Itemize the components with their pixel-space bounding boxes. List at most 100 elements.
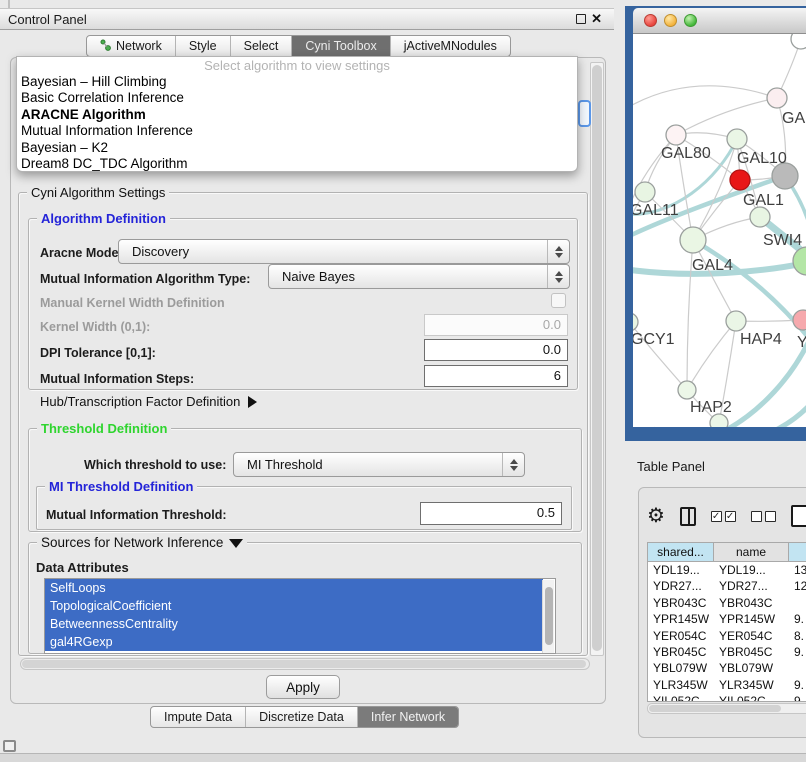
network-node-gal4[interactable] xyxy=(680,227,706,253)
float-window-icon[interactable] xyxy=(576,14,586,24)
kernel-width-field[interactable]: 0.0 xyxy=(424,314,568,336)
tab-discretize-data[interactable]: Discretize Data xyxy=(246,707,358,727)
cyni-algorithm-settings-title: Cyni Algorithm Settings xyxy=(27,185,169,200)
network-node-gal1[interactable] xyxy=(730,170,750,190)
table-row[interactable]: YLR345WYLR345W9. xyxy=(648,677,806,693)
network-tab-icon xyxy=(100,39,112,54)
algorithm-option[interactable]: Mutual Information Inference xyxy=(17,123,577,139)
table-row[interactable]: YDL19...YDL19...13 xyxy=(648,562,806,578)
network-node-hap4[interactable] xyxy=(726,311,746,331)
algorithm-option[interactable]: Bayesian – Hill Climbing xyxy=(17,74,577,90)
table-panel: ⚙ ✓✓ shared...nameAYDL19...YDL19...13YDR… xyxy=(638,487,806,738)
network-canvas[interactable]: GALGAL80GAL10GAL1GAL11SWI4GAL4GCY1HAP4YH… xyxy=(633,34,806,427)
mi-type-combobox[interactable]: Naive Bayes xyxy=(268,264,570,289)
table-cell xyxy=(789,595,806,611)
attribute-item[interactable]: gal4RGexp xyxy=(45,633,543,651)
table-horizontal-scrollbar[interactable] xyxy=(647,703,806,714)
algorithm-option[interactable]: Dream8 DC_TDC Algorithm xyxy=(17,156,577,172)
minimize-traffic-light-icon[interactable] xyxy=(664,14,677,27)
settings-horizontal-scrollbar[interactable] xyxy=(20,658,590,670)
attr-list-scrollbar-thumb[interactable] xyxy=(545,587,553,645)
table-row[interactable]: YBL079WYBL079W xyxy=(648,660,806,676)
network-node-gal[interactable] xyxy=(767,88,787,108)
table-cell: 9 xyxy=(789,693,806,702)
tab-infer-network[interactable]: Infer Network xyxy=(358,707,458,727)
combo-stepper-icon[interactable] xyxy=(547,240,569,263)
mi-steps-field[interactable]: 6 xyxy=(424,365,568,387)
expander-expanded-icon[interactable] xyxy=(229,539,243,548)
select-all-columns-icon[interactable]: ✓✓ xyxy=(711,511,736,522)
algorithm-option[interactable]: Bayesian – K2 xyxy=(17,140,577,156)
dpi-tolerance-field[interactable]: 0.0 xyxy=(424,339,568,361)
close-icon[interactable]: ✕ xyxy=(591,12,602,26)
network-node-swi4[interactable] xyxy=(750,207,770,227)
attribute-item[interactable]: BetweennessCentrality xyxy=(45,615,543,633)
inference-algorithm-combo-fragment[interactable] xyxy=(578,100,591,127)
network-node-gcy1[interactable] xyxy=(633,313,638,331)
settings-horizontal-scrollbar-thumb[interactable] xyxy=(22,660,586,668)
manual-kernel-checkbox[interactable] xyxy=(551,293,566,308)
data-attributes-list[interactable]: SelfLoopsTopologicalCoefficientBetweenne… xyxy=(44,578,556,654)
network-view-window[interactable]: GALGAL80GAL10GAL1GAL11SWI4GAL4GCY1HAP4YH… xyxy=(625,6,806,441)
mi-threshold-title: MI Threshold Definition xyxy=(45,479,197,494)
algorithm-option[interactable]: ARACNE Algorithm xyxy=(17,107,577,123)
column-header-shared[interactable]: shared... xyxy=(648,543,714,561)
settings-vertical-scrollbar[interactable] xyxy=(590,62,604,656)
tab-cyni-toolbox[interactable]: Cyni Toolbox xyxy=(292,36,390,56)
table-row[interactable]: YDR27...YDR27...12 xyxy=(648,578,806,594)
attribute-item[interactable]: TopologicalCoefficient xyxy=(45,597,543,615)
network-node-y[interactable] xyxy=(793,310,806,330)
tab-select[interactable]: Select xyxy=(231,36,293,56)
expander-collapsed-icon[interactable] xyxy=(248,396,257,408)
tab-style[interactable]: Style xyxy=(176,36,231,56)
hub-factor-expander[interactable]: Hub/Transcription Factor Definition xyxy=(40,394,257,409)
which-threshold-combobox[interactable]: MI Threshold xyxy=(233,452,525,477)
table-cell: YBL079W xyxy=(648,660,714,676)
network-node-gal80[interactable] xyxy=(666,125,686,145)
column-header-name[interactable]: name xyxy=(714,543,789,561)
network-node-gal10[interactable] xyxy=(727,129,747,149)
table-row[interactable]: YPR145WYPR145W9. xyxy=(648,611,806,627)
table-row[interactable]: YIL052CYIL052C9 xyxy=(648,693,806,702)
network-node-gal11[interactable] xyxy=(635,182,655,202)
network-node-hap2[interactable] xyxy=(678,381,696,399)
network-window-titlebar[interactable] xyxy=(633,8,806,34)
table-cell: YBR043C xyxy=(648,595,714,611)
attr-list-scrollbar[interactable] xyxy=(542,580,554,654)
table-horizontal-scrollbar-thumb[interactable] xyxy=(649,705,781,712)
column-header-a[interactable]: A xyxy=(789,543,806,561)
table-row[interactable]: YBR043CYBR043C xyxy=(648,595,806,611)
node-label-gcy1: GCY1 xyxy=(633,331,675,348)
table-row[interactable]: YER054CYER054C8. xyxy=(648,628,806,644)
table-cell: YBR045C xyxy=(714,644,789,660)
algorithm-option[interactable]: Basic Correlation Inference xyxy=(17,90,577,106)
node-label-gal: GAL xyxy=(782,110,806,127)
table-cell: 12 xyxy=(789,578,806,594)
attribute-item[interactable]: SelfLoops xyxy=(45,579,543,597)
settings-vertical-scrollbar-thumb[interactable] xyxy=(592,65,602,651)
mi-type-label: Mutual Information Algorithm Type: xyxy=(40,272,250,286)
tab-network[interactable]: Network xyxy=(87,36,176,56)
node-attribute-table[interactable]: shared...nameAYDL19...YDL19...13YDR27...… xyxy=(647,542,806,702)
table-cell: YIL052C xyxy=(648,693,714,702)
mi-steps-label: Mutual Information Steps: xyxy=(40,372,194,386)
combo-stepper-icon[interactable] xyxy=(502,453,524,476)
network-node[interactable] xyxy=(791,34,806,49)
function-builder-icon[interactable] xyxy=(791,505,806,527)
tab-jactivemnodules[interactable]: jActiveMNodules xyxy=(391,36,510,56)
tab-impute-data[interactable]: Impute Data xyxy=(151,707,246,727)
close-traffic-light-icon[interactable] xyxy=(644,14,657,27)
deselect-all-columns-icon[interactable] xyxy=(751,511,776,522)
zoom-traffic-light-icon[interactable] xyxy=(684,14,697,27)
threshold-definition-title: Threshold Definition xyxy=(37,421,171,436)
gear-icon[interactable]: ⚙ xyxy=(647,506,665,526)
column-layout-icon[interactable] xyxy=(680,507,696,526)
node-label-gal11: GAL11 xyxy=(633,202,679,219)
apply-button[interactable]: Apply xyxy=(266,675,340,699)
aracne-mode-combobox[interactable]: Discovery xyxy=(118,239,570,264)
panel-toggle-icon[interactable] xyxy=(3,740,16,752)
combo-stepper-icon[interactable] xyxy=(547,265,569,288)
network-node[interactable] xyxy=(793,247,806,275)
mi-threshold-field[interactable]: 0.5 xyxy=(420,502,562,525)
table-row[interactable]: YBR045CYBR045C9. xyxy=(648,644,806,660)
